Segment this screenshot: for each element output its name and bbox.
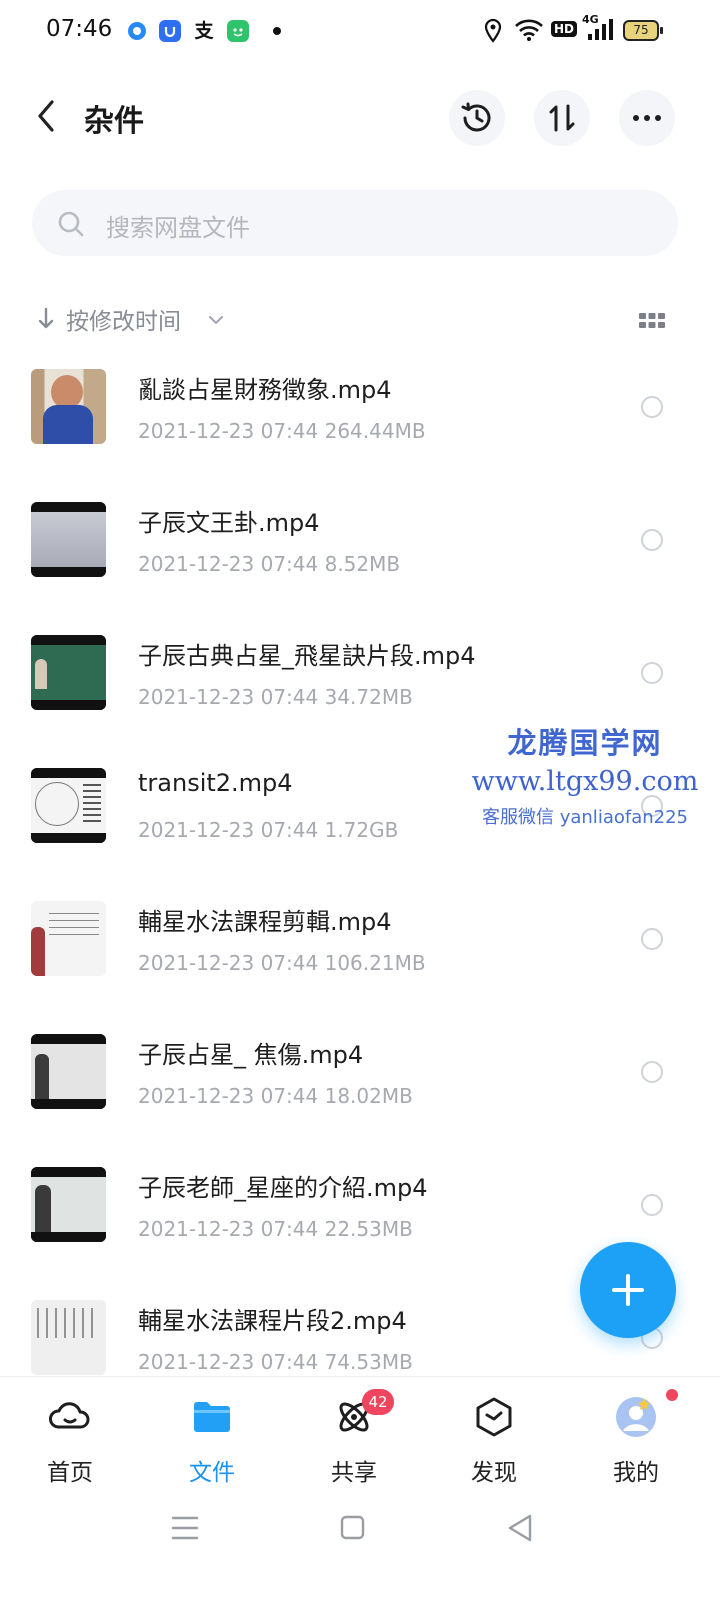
video-thumbnail xyxy=(31,1300,106,1375)
file-name: 子辰古典占星_飛星訣片段.mp4 xyxy=(138,642,476,670)
file-meta: 2021-12-23 07:44 264.44MB xyxy=(138,419,426,443)
signal-icon xyxy=(586,18,614,46)
search-input[interactable]: 搜索网盘文件 xyxy=(32,190,678,256)
file-name: 亂談占星財務徵象.mp4 xyxy=(138,376,392,404)
file-name: 輔星水法課程剪輯.mp4 xyxy=(138,908,392,936)
profile-notification-dot xyxy=(666,1389,678,1401)
file-meta: 2021-12-23 07:44 22.53MB xyxy=(138,1217,413,1241)
tab-files-label: 文件 xyxy=(189,1460,235,1486)
bottom-nav: 首页 文件 42 共享 发现 我的 xyxy=(0,1376,720,1488)
tab-profile[interactable]: 我的 xyxy=(576,1389,696,1486)
file-meta: 2021-12-23 07:44 1.72GB xyxy=(138,818,399,842)
select-checkbox[interactable] xyxy=(641,795,663,817)
file-name: 子辰文王卦.mp4 xyxy=(138,509,320,537)
search-icon xyxy=(56,209,86,243)
avatar-icon xyxy=(616,1397,656,1437)
file-meta: 2021-12-23 07:44 8.52MB xyxy=(138,552,401,576)
file-meta: 2021-12-23 07:44 106.21MB xyxy=(138,951,426,975)
sort-label[interactable]: 按修改时间 xyxy=(66,302,181,336)
back-button[interactable] xyxy=(30,94,66,138)
hd-indicator: HD xyxy=(551,21,578,37)
status-time: 07:46 xyxy=(46,16,113,42)
list-item[interactable]: 子辰古典占星_飛星訣片段.mp4 2021-12-23 07:44 34.72M… xyxy=(0,622,720,755)
select-checkbox[interactable] xyxy=(641,662,663,684)
tab-home-label: 首页 xyxy=(47,1460,93,1486)
video-thumbnail xyxy=(31,635,106,710)
sort-arrows-icon xyxy=(549,104,575,132)
file-meta: 2021-12-23 07:44 34.72MB xyxy=(138,685,413,709)
location-icon xyxy=(483,18,503,48)
video-thumbnail xyxy=(31,1034,106,1109)
battery-indicator: 75 xyxy=(623,20,663,41)
sort-row: 按修改时间 xyxy=(0,296,720,344)
list-item[interactable]: 輔星水法課程剪輯.mp4 2021-12-23 07:44 106.21MB xyxy=(0,888,720,1021)
blue-dot-app-icon xyxy=(126,20,148,42)
status-bar: 07:46 支 HD 4G 75 xyxy=(0,0,720,64)
video-thumbnail xyxy=(31,1167,106,1242)
more-button[interactable] xyxy=(619,90,675,146)
select-checkbox[interactable] xyxy=(641,1061,663,1083)
tab-files[interactable]: 文件 xyxy=(152,1391,272,1486)
video-thumbnail xyxy=(31,901,106,976)
file-meta: 2021-12-23 07:44 18.02MB xyxy=(138,1084,413,1108)
back-triangle-icon[interactable] xyxy=(492,1508,552,1548)
search-placeholder: 搜索网盘文件 xyxy=(106,214,250,242)
wifi-icon xyxy=(514,18,544,46)
select-checkbox[interactable] xyxy=(641,529,663,551)
tab-profile-label: 我的 xyxy=(613,1460,659,1486)
history-icon xyxy=(461,102,491,132)
video-thumbnail xyxy=(31,502,106,577)
sort-down-arrow-icon[interactable] xyxy=(36,305,56,337)
page-title: 杂件 xyxy=(84,104,144,139)
file-list: 亂談占星財務徵象.mp4 2021-12-23 07:44 264.44MB 子… xyxy=(0,356,720,1376)
home-square-icon[interactable] xyxy=(322,1508,382,1548)
sort-toggle-button[interactable] xyxy=(534,90,590,146)
chevron-down-icon[interactable] xyxy=(208,311,224,330)
green-app-icon xyxy=(227,20,249,42)
tab-share-label: 共享 xyxy=(331,1460,377,1486)
shield-app-icon xyxy=(159,20,181,42)
video-thumbnail xyxy=(31,768,106,843)
list-item[interactable]: 子辰占星_ 焦傷.mp4 2021-12-23 07:44 18.02MB xyxy=(0,1021,720,1154)
file-name: 子辰占星_ 焦傷.mp4 xyxy=(138,1041,364,1069)
list-item[interactable]: transit2.mp4 2021-12-23 07:44 1.72GB xyxy=(0,755,720,888)
alipay-icon: 支 xyxy=(193,20,215,42)
grid-view-icon[interactable] xyxy=(638,311,666,335)
file-name: 輔星水法課程片段2.mp4 xyxy=(138,1307,407,1335)
file-meta: 2021-12-23 07:44 74.53MB xyxy=(138,1350,413,1374)
video-thumbnail xyxy=(31,369,106,444)
plus-icon xyxy=(612,1274,644,1306)
list-item[interactable]: 亂談占星財務徵象.mp4 2021-12-23 07:44 264.44MB xyxy=(0,356,720,489)
tab-home[interactable]: 首页 xyxy=(10,1391,130,1486)
header: 杂件 xyxy=(0,80,720,152)
notification-dot xyxy=(273,27,281,35)
select-checkbox[interactable] xyxy=(641,1194,663,1216)
select-checkbox[interactable] xyxy=(641,928,663,950)
file-name: transit2.mp4 xyxy=(138,769,293,797)
select-checkbox[interactable] xyxy=(641,396,663,418)
tab-discover-label: 发现 xyxy=(471,1460,517,1486)
back-arrow-icon xyxy=(38,100,54,132)
system-nav-bar xyxy=(0,1488,720,1600)
history-button[interactable] xyxy=(449,90,505,146)
tab-share[interactable]: 42 共享 xyxy=(294,1389,414,1486)
more-dots-icon xyxy=(633,115,661,121)
cloud-home-icon xyxy=(49,1402,90,1429)
share-badge: 42 xyxy=(362,1389,394,1415)
menu-lines-icon[interactable] xyxy=(155,1508,215,1548)
add-button[interactable] xyxy=(580,1242,676,1338)
list-item[interactable]: 子辰文王卦.mp4 2021-12-23 07:44 8.52MB xyxy=(0,489,720,622)
tab-discover[interactable]: 发现 xyxy=(434,1391,554,1486)
discover-cube-icon xyxy=(476,1397,512,1437)
folder-icon xyxy=(194,1402,230,1432)
file-name: 子辰老師_星座的介紹.mp4 xyxy=(138,1174,428,1202)
